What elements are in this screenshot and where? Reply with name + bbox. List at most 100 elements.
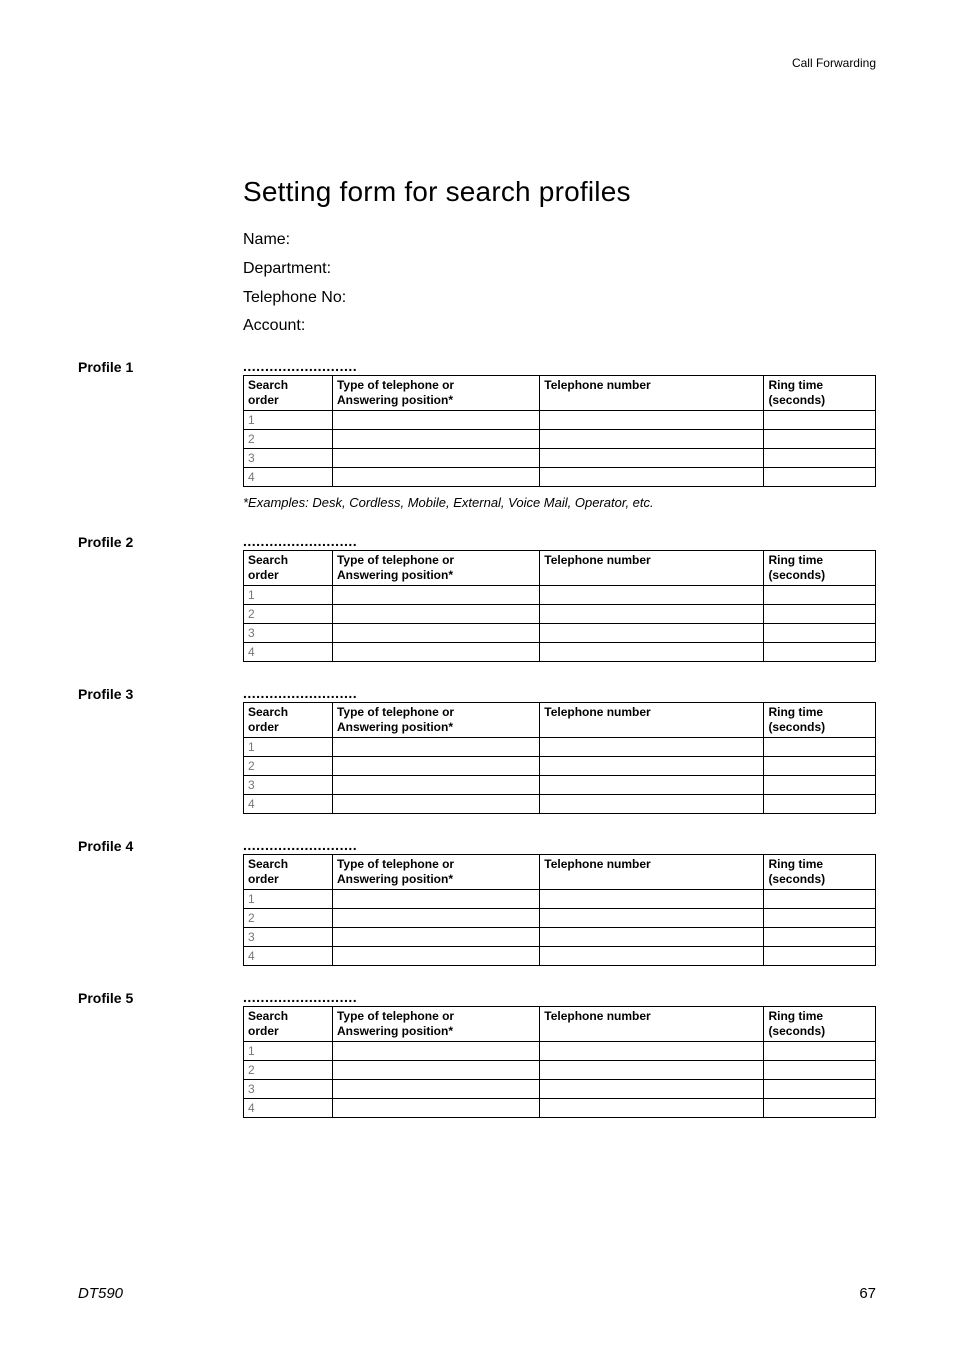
profile-table: SearchorderType of telephone orAnswering… — [243, 1006, 876, 1118]
th-ring-time: Ring time(seconds) — [764, 551, 876, 586]
section-header: Call Forwarding — [792, 56, 876, 70]
order-cell: 4 — [244, 1099, 333, 1118]
th-telephone: Telephone number — [540, 703, 764, 738]
table-row: 2 — [244, 757, 876, 776]
order-cell: 4 — [244, 468, 333, 487]
model-label: DT590 — [78, 1285, 123, 1302]
empty-cell — [764, 586, 876, 605]
department-label: Department: — [243, 255, 876, 284]
empty-cell — [540, 909, 764, 928]
order-cell: 1 — [244, 411, 333, 430]
empty-cell — [764, 1042, 876, 1061]
empty-cell — [540, 624, 764, 643]
table-row: 4 — [244, 468, 876, 487]
table-row: 4 — [244, 795, 876, 814]
table-row: 3 — [244, 449, 876, 468]
table-row: 1 — [244, 1042, 876, 1061]
empty-cell — [764, 947, 876, 966]
empty-cell — [764, 449, 876, 468]
profile-name-dots: .......................... — [243, 838, 876, 852]
empty-cell — [540, 738, 764, 757]
profile-block-3: Profile 3..........................Searc… — [243, 686, 876, 814]
profile-content: ..........................SearchorderTyp… — [243, 990, 876, 1118]
empty-cell — [332, 605, 539, 624]
empty-cell — [332, 890, 539, 909]
order-cell: 2 — [244, 909, 333, 928]
order-cell: 3 — [244, 624, 333, 643]
th-type: Type of telephone orAnswering position* — [332, 703, 539, 738]
profile-label: Profile 2 — [78, 534, 243, 550]
empty-cell — [764, 909, 876, 928]
empty-cell — [764, 795, 876, 814]
order-cell: 3 — [244, 1080, 333, 1099]
telephone-label: Telephone No: — [243, 284, 876, 313]
empty-cell — [332, 468, 539, 487]
order-cell: 3 — [244, 928, 333, 947]
order-cell: 3 — [244, 776, 333, 795]
table-row: 3 — [244, 1080, 876, 1099]
th-ring-time: Ring time(seconds) — [764, 703, 876, 738]
order-cell: 3 — [244, 449, 333, 468]
empty-cell — [764, 605, 876, 624]
empty-cell — [540, 411, 764, 430]
empty-cell — [332, 449, 539, 468]
order-cell: 1 — [244, 586, 333, 605]
empty-cell — [540, 795, 764, 814]
empty-cell — [764, 738, 876, 757]
order-cell: 2 — [244, 605, 333, 624]
th-search-order: Searchorder — [244, 551, 333, 586]
empty-cell — [540, 1042, 764, 1061]
table-row: 1 — [244, 411, 876, 430]
form-fields: Name: Department: Telephone No: Account: — [243, 226, 876, 341]
empty-cell — [332, 411, 539, 430]
profile-name-dots: .......................... — [243, 359, 876, 373]
table-row: 3 — [244, 928, 876, 947]
th-search-order: Searchorder — [244, 376, 333, 411]
table-row: 2 — [244, 909, 876, 928]
empty-cell — [764, 430, 876, 449]
page-title: Setting form for search profiles — [243, 176, 876, 208]
empty-cell — [764, 890, 876, 909]
empty-cell — [764, 1080, 876, 1099]
profile-block-1: Profile 1..........................Searc… — [243, 359, 876, 510]
profile-content: ..........................SearchorderTyp… — [243, 838, 876, 966]
empty-cell — [332, 947, 539, 966]
name-label: Name: — [243, 226, 876, 255]
table-row: 1 — [244, 586, 876, 605]
empty-cell — [764, 468, 876, 487]
page-footer: DT590 67 — [78, 1285, 876, 1302]
empty-cell — [332, 1099, 539, 1118]
profile-block-5: Profile 5..........................Searc… — [243, 990, 876, 1118]
order-cell: 1 — [244, 890, 333, 909]
table-row: 4 — [244, 643, 876, 662]
th-ring-time: Ring time(seconds) — [764, 376, 876, 411]
profile-name-dots: .......................... — [243, 686, 876, 700]
empty-cell — [540, 468, 764, 487]
th-telephone: Telephone number — [540, 376, 764, 411]
profile-table: SearchorderType of telephone orAnswering… — [243, 702, 876, 814]
empty-cell — [540, 947, 764, 966]
empty-cell — [332, 1080, 539, 1099]
profile-table: SearchorderType of telephone orAnswering… — [243, 550, 876, 662]
empty-cell — [540, 1099, 764, 1118]
table-row: 4 — [244, 947, 876, 966]
empty-cell — [540, 605, 764, 624]
table-row: 1 — [244, 738, 876, 757]
th-search-order: Searchorder — [244, 703, 333, 738]
table-row: 2 — [244, 430, 876, 449]
th-telephone: Telephone number — [540, 551, 764, 586]
empty-cell — [764, 928, 876, 947]
order-cell: 2 — [244, 757, 333, 776]
table-row: 4 — [244, 1099, 876, 1118]
profile-label: Profile 5 — [78, 990, 243, 1006]
empty-cell — [764, 1099, 876, 1118]
empty-cell — [332, 757, 539, 776]
empty-cell — [764, 643, 876, 662]
th-type: Type of telephone orAnswering position* — [332, 855, 539, 890]
empty-cell — [540, 776, 764, 795]
empty-cell — [332, 1061, 539, 1080]
profile-block-4: Profile 4..........................Searc… — [243, 838, 876, 966]
profile-label: Profile 4 — [78, 838, 243, 854]
order-cell: 2 — [244, 430, 333, 449]
empty-cell — [764, 757, 876, 776]
